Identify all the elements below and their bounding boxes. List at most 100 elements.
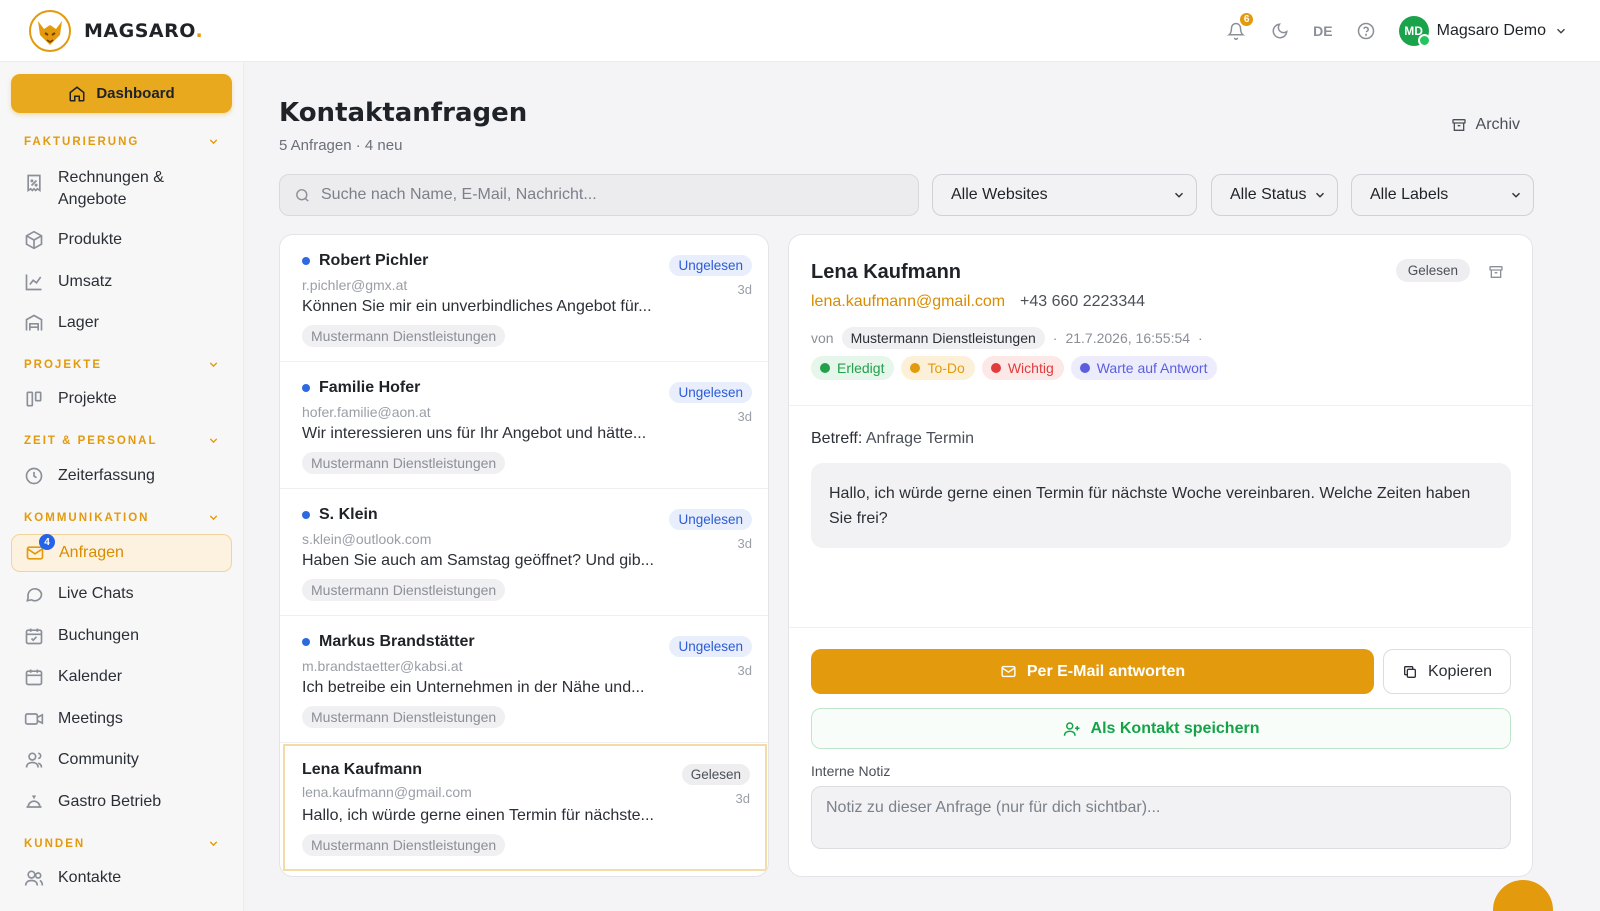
help-button[interactable] [1355, 20, 1377, 42]
chevron-down-icon [209, 139, 218, 145]
request-site-tag: Mustermann Dienstleistungen [302, 834, 506, 856]
sidebar-item-label: Zeiterfassung [58, 467, 155, 484]
sidebar-item-lager[interactable]: Lager [24, 313, 99, 333]
brand-logo[interactable]: MAGSARO. [28, 9, 203, 53]
sidebar-item-buchungen[interactable]: Buchungen [24, 626, 139, 646]
sidebar-item-label: Gastro Betrieb [58, 793, 162, 810]
user-name: Magsaro Demo [1436, 22, 1546, 39]
tag-erledigt[interactable]: Erledigt [811, 356, 895, 380]
section-fakturierung[interactable]: FAKTURIERUNG [24, 135, 220, 148]
sidebar-item-label: Rechnungen & [58, 169, 164, 186]
user-menu[interactable]: MD Magsaro Demo [1398, 16, 1568, 47]
copy-icon [1403, 665, 1416, 678]
sidebar-item-kontakte[interactable]: Kontakte [24, 868, 121, 888]
sidebar-item-label: Projekte [58, 390, 117, 407]
chevron-down-icon [1511, 192, 1521, 198]
status-badge: Ungelesen [669, 382, 752, 403]
archive-icon[interactable] [1488, 264, 1504, 280]
section-zeit-personal[interactable]: ZEIT & PERSONAL [24, 434, 220, 447]
status-badge: Ungelesen [669, 509, 752, 530]
archive-button[interactable]: Archiv [1451, 116, 1520, 134]
tag-warte-auf-antwort[interactable]: Warte auf Antwort [1070, 356, 1218, 380]
sidebar-item-label: Buchungen [58, 627, 139, 644]
sidebar-item-projekte[interactable]: Projekte [24, 389, 117, 409]
request-age: 3d [737, 663, 752, 678]
save-contact-button[interactable]: Als Kontakt speichern [811, 708, 1511, 749]
list-item[interactable]: S. Klein s.klein@outlook.com Haben Sie a… [280, 489, 768, 616]
avatar: MD [1398, 16, 1431, 47]
sidebar-item-meetings[interactable]: Meetings [24, 709, 123, 729]
sidebar-item-produkte[interactable]: Produkte [24, 230, 122, 250]
request-name: Robert Pichler [319, 252, 429, 269]
language-switch[interactable]: DE [1313, 23, 1332, 39]
sidebar-item-dashboard[interactable]: Dashboard [11, 74, 232, 113]
wolf-logo-icon [29, 10, 71, 52]
mail-icon [1001, 665, 1016, 678]
chevron-down-icon [209, 515, 218, 521]
list-item[interactable]: Robert Pichler r.pichler@gmx.at Können S… [280, 235, 768, 362]
status-badge: Gelesen [681, 764, 750, 785]
request-email: lena.kaufmann@gmail.com [302, 784, 472, 800]
sidebar-item-community[interactable]: Community [24, 750, 139, 770]
sidebar-item-label: Dashboard [96, 85, 175, 102]
users-icon [25, 752, 43, 768]
notification-count-badge: 6 [1238, 11, 1256, 28]
tag-wichtig[interactable]: Wichtig [981, 356, 1064, 380]
sidebar: Dashboard FAKTURIERUNG Rechnungen & Angeb… [0, 62, 244, 911]
chevron-down-icon [1174, 192, 1184, 198]
chevron-down-icon [209, 362, 218, 368]
top-bar: MAGSARO. 6 DE MD Magsaro Demo [0, 0, 1600, 62]
sidebar-item-rechnungen[interactable]: Rechnungen & Angebote [24, 167, 164, 211]
chart-line-icon [25, 274, 42, 291]
search-box[interactable] [279, 174, 919, 216]
sidebar-item-zeiterfassung[interactable]: Zeiterfassung [24, 466, 155, 486]
tag-todo[interactable]: To-Do [901, 356, 975, 380]
detail-message-body: Hallo, ich würde gerne einen Termin für … [811, 463, 1511, 548]
sidebar-item-gastro-betrieb[interactable]: Gastro Betrieb [24, 792, 161, 812]
sidebar-item-kalender[interactable]: Kalender [24, 667, 122, 687]
list-item[interactable]: Familie Hofer hofer.familie@aon.at Wir i… [280, 362, 768, 489]
label-tags: Erledigt To-Do Wichtig Warte auf Antwort [811, 356, 1218, 380]
request-site-tag: Mustermann Dienstleistungen [302, 579, 506, 601]
status-badge: Ungelesen [669, 255, 752, 276]
copy-button[interactable]: Kopieren [1383, 649, 1511, 694]
sidebar-item-anfragen[interactable]: 4 Anfragen [11, 534, 232, 572]
reply-email-button[interactable]: Per E-Mail antworten [811, 649, 1374, 694]
user-plus-icon [1063, 721, 1080, 736]
internal-note-field[interactable] [811, 786, 1511, 849]
section-kunden[interactable]: KUNDEN [24, 837, 220, 850]
list-item[interactable]: Markus Brandstätter m.brandstaetter@kabs… [280, 616, 768, 743]
notifications-button[interactable]: 6 [1225, 11, 1256, 42]
page-title: Kontaktanfragen [279, 98, 528, 128]
request-message: Haben Sie auch am Samstag geöffnet? Und … [302, 552, 654, 569]
website-filter-select[interactable]: Alle Websites [932, 174, 1197, 216]
sidebar-item-umsatz[interactable]: Umsatz [24, 272, 112, 292]
search-icon [296, 188, 309, 202]
section-kommunikation[interactable]: KOMMUNIKATION [24, 511, 220, 524]
detail-email-link[interactable]: lena.kaufmann@gmail.com [811, 293, 1005, 311]
request-email: r.pichler@gmx.at [302, 277, 408, 293]
sidebar-item-label: Umsatz [58, 273, 113, 290]
main-content: Kontaktanfragen 5 Anfragen · 4 neu Archi… [244, 62, 1600, 911]
list-item-selected[interactable]: Lena Kaufmann lena.kaufmann@gmail.com Ha… [283, 744, 767, 871]
topbar-actions: 6 DE MD Magsaro Demo [1225, 11, 1568, 48]
request-email: m.brandstaetter@kabsi.at [302, 658, 463, 674]
status-badge[interactable]: Gelesen [1395, 259, 1470, 282]
request-email: hofer.familie@aon.at [302, 404, 431, 420]
theme-toggle-button[interactable] [1269, 20, 1291, 42]
request-site-tag: Mustermann Dienstleistungen [302, 325, 506, 347]
request-message: Hallo, ich würde gerne einen Termin für … [302, 807, 654, 824]
sidebar-item-live-chats[interactable]: Live Chats [24, 584, 134, 604]
status-filter-select[interactable]: Alle Status [1211, 174, 1338, 216]
label-filter-select[interactable]: Alle Labels [1351, 174, 1534, 216]
brand-name: MAGSARO. [84, 20, 204, 42]
cloche-icon [26, 795, 42, 808]
kanban-icon [26, 391, 42, 407]
section-projekte[interactable]: PROJEKTE [24, 358, 220, 371]
unread-dot [302, 257, 310, 265]
search-input[interactable] [321, 186, 881, 204]
sidebar-item-label: Meetings [58, 710, 123, 727]
contacts-icon [24, 870, 44, 886]
invoice-icon [27, 174, 41, 193]
unread-dot [302, 638, 310, 646]
